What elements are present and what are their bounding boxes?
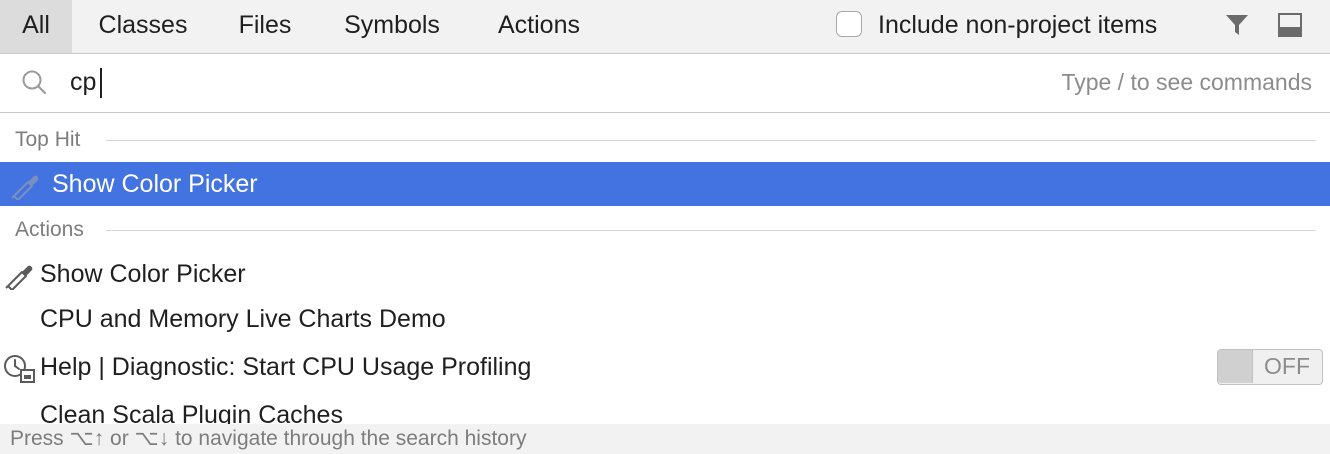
- profiling-toggle[interactable]: OFF: [1217, 349, 1323, 385]
- list-item[interactable]: Help | Diagnostic: Start CPU Usage Profi…: [0, 345, 1330, 389]
- tab-files[interactable]: Files: [224, 0, 306, 53]
- tab-classes[interactable]: Classes: [80, 0, 206, 53]
- list-item[interactable]: Clean Scala Plugin Caches: [0, 393, 1330, 424]
- section-divider: [106, 230, 1316, 231]
- search-input[interactable]: [70, 62, 970, 102]
- list-item-label: Clean Scala Plugin Caches: [40, 401, 343, 424]
- tab-actions[interactable]: Actions: [478, 0, 600, 53]
- footer-hint: Press ⌥↑ or ⌥↓ to navigate through the s…: [10, 427, 527, 450]
- include-non-project-checkbox[interactable]: [836, 11, 862, 37]
- list-item-label: Show Color Picker: [40, 260, 246, 288]
- top-hit-item[interactable]: Show Color Picker: [0, 162, 1330, 206]
- filter-icon[interactable]: [1224, 12, 1250, 38]
- section-divider: [106, 140, 1316, 141]
- search-icon: [22, 70, 47, 95]
- toggle-knob: [1218, 350, 1253, 383]
- top-hit-label: Show Color Picker: [52, 170, 258, 198]
- dock-window-icon[interactable]: [1277, 12, 1303, 38]
- tab-symbols[interactable]: Symbols: [326, 0, 458, 53]
- list-item[interactable]: CPU and Memory Live Charts Demo: [0, 297, 1330, 341]
- section-label-top-hit: Top Hit: [15, 128, 81, 151]
- include-non-project-label[interactable]: Include non-project items: [878, 0, 1157, 53]
- list-item-label: CPU and Memory Live Charts Demo: [40, 305, 446, 333]
- section-top-hit: Top Hit: [0, 118, 1330, 162]
- list-item[interactable]: Show Color Picker: [0, 252, 1330, 296]
- toggle-state: OFF: [1264, 353, 1310, 379]
- section-actions: Actions: [0, 208, 1330, 252]
- color-picker-icon: [5, 265, 33, 290]
- search-everywhere-tabbar: All Classes Files Symbols Actions Includ…: [0, 0, 1330, 54]
- list-item-label: Help | Diagnostic: Start CPU Usage Profi…: [40, 353, 532, 381]
- color-picker-icon: [11, 175, 39, 200]
- text-caret: [100, 68, 102, 98]
- profiling-clock-icon: [4, 355, 35, 383]
- section-label-actions: Actions: [15, 218, 84, 241]
- search-row: Type / to see commands: [0, 54, 1330, 113]
- tab-all[interactable]: All: [0, 0, 72, 53]
- search-hint: Type / to see commands: [1061, 69, 1312, 95]
- search-history-footer: Press ⌥↑ or ⌥↓ to navigate through the s…: [0, 424, 1330, 454]
